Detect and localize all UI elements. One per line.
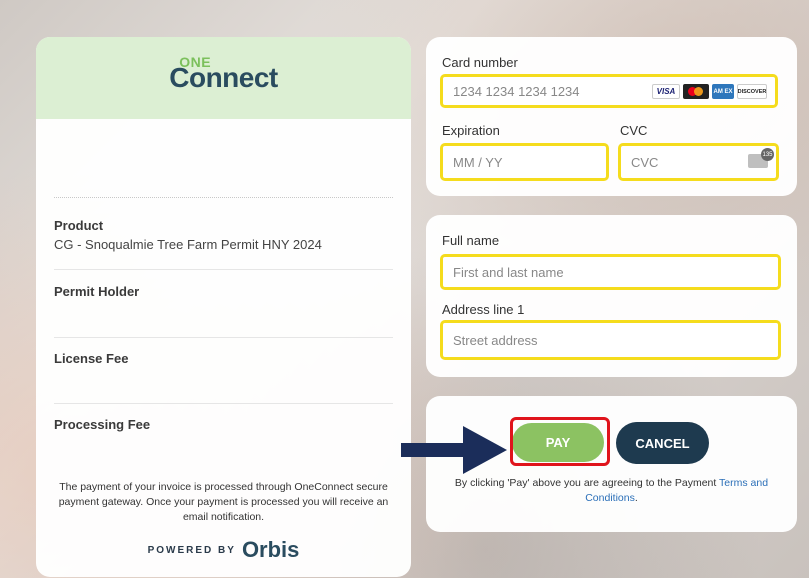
cvc-field[interactable]: CVC 135	[618, 143, 779, 181]
card-number-label: Card number	[442, 55, 518, 70]
card-number-placeholder: 1234 1234 1234 1234	[453, 83, 580, 99]
product-label: Product	[54, 218, 104, 233]
expiration-placeholder: MM / YY	[453, 154, 503, 170]
cancel-button[interactable]: CANCEL	[616, 422, 709, 464]
license-fee-label: License Fee	[54, 351, 129, 366]
mastercard-icon	[683, 84, 709, 99]
logo-one-text: ONE	[179, 54, 212, 70]
full-name-label: Full name	[442, 233, 500, 248]
terms-text: By clicking 'Pay' above you are agreeing…	[454, 477, 720, 489]
card-brands: VISA AM EX DISCOVER	[652, 84, 767, 99]
address-line1-label: Address line 1	[442, 302, 525, 317]
divider	[54, 269, 393, 270]
pay-button-highlight	[510, 417, 610, 466]
divider	[54, 337, 393, 338]
amex-icon: AM EX	[712, 84, 734, 99]
visa-icon: VISA	[652, 84, 680, 99]
logo-band: ONE Connect	[36, 37, 411, 119]
divider	[54, 197, 393, 198]
address-line1-field[interactable]: Street address	[440, 320, 781, 360]
card-number-field[interactable]: 1234 1234 1234 1234 VISA AM EX DISCOVER	[440, 74, 778, 108]
pointer-arrow-icon	[401, 426, 507, 474]
expiration-label: Expiration	[442, 123, 500, 138]
orbis-logo: Orbis	[241, 537, 300, 562]
discover-icon: DISCOVER	[737, 84, 767, 99]
divider	[54, 403, 393, 404]
address-line1-placeholder: Street address	[453, 332, 538, 348]
oneconnect-logo: ONE Connect	[169, 54, 278, 94]
powered-by-text: POWERED BY	[147, 544, 236, 556]
terms-suffix: .	[634, 492, 638, 504]
order-summary-panel: ONE Connect Product CG - Snoqualmie Tree…	[36, 37, 411, 577]
permit-holder-label: Permit Holder	[54, 284, 140, 299]
cvc-placeholder: CVC	[631, 154, 659, 170]
processing-fee-label: Processing Fee	[54, 417, 151, 432]
powered-by-orbis: POWERED BY Orbis	[36, 537, 411, 563]
terms-notice: By clicking 'Pay' above you are agreeing…	[442, 476, 781, 506]
card-details-panel: Card number 1234 1234 1234 1234 VISA AM …	[426, 37, 797, 196]
billing-address-panel: Full name First and last name Address li…	[426, 215, 797, 377]
cvc-card-icon: 135	[748, 148, 774, 168]
expiration-field[interactable]: MM / YY	[440, 143, 609, 181]
cvc-icon-number: 135	[761, 148, 774, 161]
full-name-field[interactable]: First and last name	[440, 254, 781, 290]
full-name-placeholder: First and last name	[453, 264, 564, 280]
payment-gateway-note: The payment of your invoice is processed…	[58, 481, 389, 523]
product-value: CG - Snoqualmie Tree Farm Permit HNY 202…	[54, 237, 322, 252]
cvc-label: CVC	[620, 123, 648, 138]
